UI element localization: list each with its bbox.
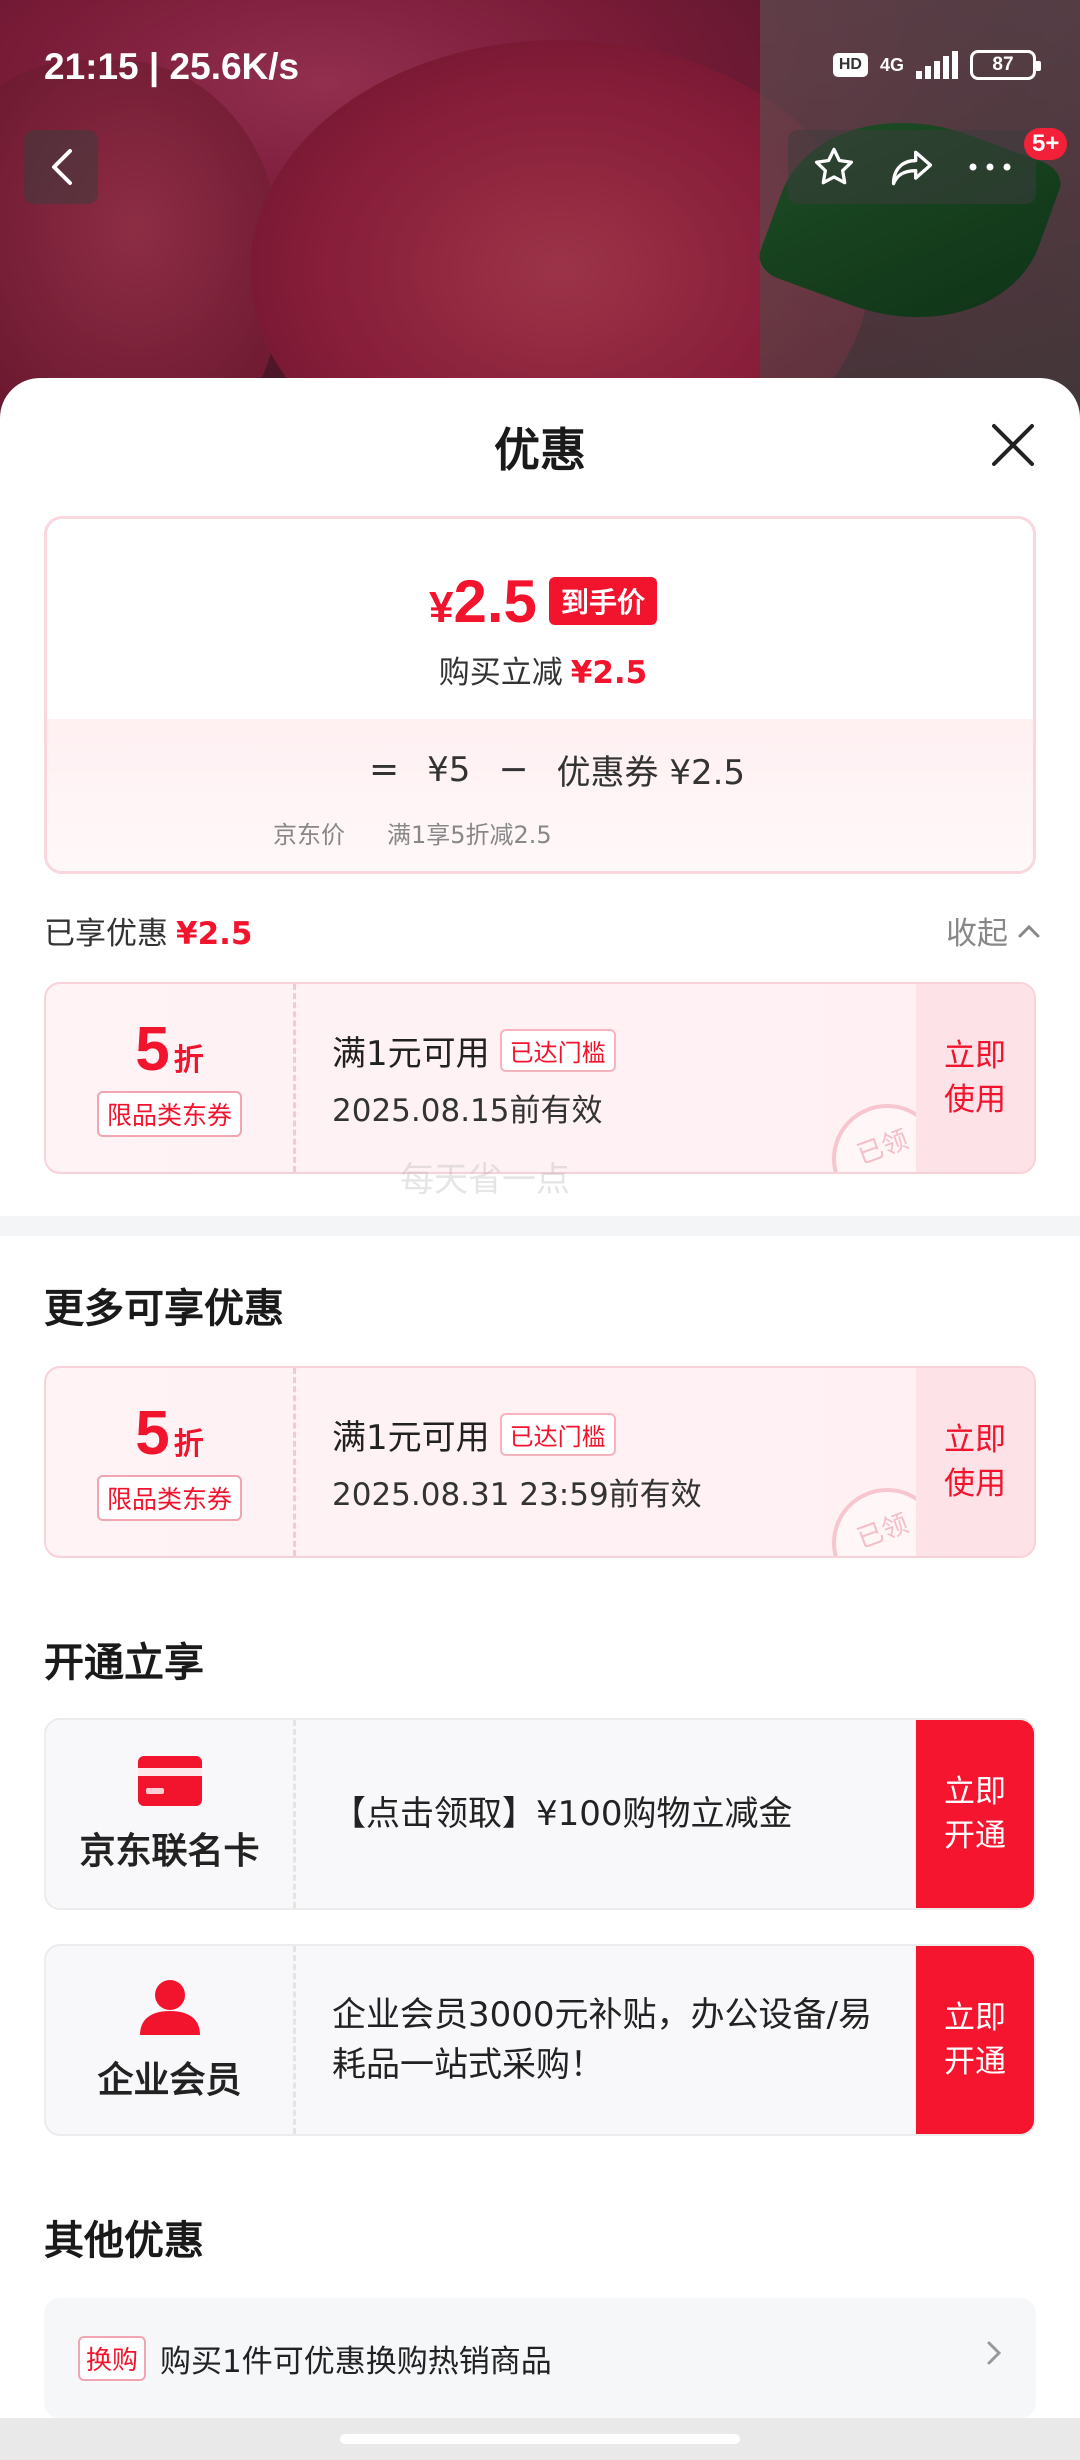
base-price-caption: 京东价 bbox=[273, 821, 345, 849]
share-icon[interactable] bbox=[888, 144, 936, 190]
chevron-left-icon bbox=[52, 149, 72, 185]
close-icon[interactable] bbox=[988, 420, 1038, 470]
section-divider bbox=[0, 1216, 1080, 1236]
trade-in-text: 购买1件可优惠换购热销商品 bbox=[160, 2343, 552, 2380]
coupon-kind: 限品类东券 bbox=[96, 1091, 242, 1137]
collapse-button[interactable]: 收起 bbox=[946, 908, 1040, 953]
use-now-button[interactable]: 立即使用 bbox=[916, 1368, 1034, 1556]
membership-description: 【点击领取】¥100购物立减金 bbox=[332, 1794, 793, 1834]
network-type: 4G bbox=[879, 55, 904, 75]
top-actions bbox=[788, 130, 1036, 204]
status-bar: 21:15 | 25.6K/s HD 4G 87 bbox=[0, 0, 1080, 130]
coupon-discount: 5折 bbox=[135, 1399, 204, 1468]
credit-card-icon bbox=[137, 1756, 202, 1806]
trade-in-tag: 换购 bbox=[78, 2335, 147, 2381]
signal-icon bbox=[916, 51, 958, 79]
coupon-deduction: 优惠券 ¥2.5 bbox=[556, 753, 746, 793]
open-now-button[interactable]: 立即开通 bbox=[916, 1946, 1034, 2134]
section-title-other: 其他优惠 bbox=[44, 2218, 204, 2264]
user-icon bbox=[139, 1980, 200, 2035]
trade-in-offer-row[interactable]: 换购 购买1件可优惠换购热销商品 bbox=[44, 2298, 1036, 2418]
discount-sheet: 优惠 ¥2.5 到手价 购买立减 ¥2.5 = ¥5 − 优惠券 ¥2.5 京东价… bbox=[0, 378, 1080, 2418]
battery-level: 87 bbox=[992, 54, 1014, 75]
membership-name: 京东联名卡 bbox=[79, 1831, 260, 1872]
open-now-button[interactable]: 立即开通 bbox=[916, 1720, 1034, 1908]
coupon-discount: 5折 bbox=[135, 1015, 204, 1084]
final-price: ¥2.5 bbox=[429, 568, 537, 635]
enjoyed-discount: 已享优惠 ¥2.5 bbox=[44, 916, 253, 952]
coupon-validity: 2025.08.15前有效 bbox=[332, 1093, 603, 1129]
reduce-line: 购买立减 ¥2.5 bbox=[438, 655, 648, 691]
membership-description: 企业会员3000元补贴，办公设备/易耗品一站式采购！ bbox=[332, 1995, 872, 2085]
battery-icon: 87 bbox=[970, 50, 1041, 80]
section-title-more: 更多可享优惠 bbox=[44, 1286, 284, 1332]
membership-card-enterprise[interactable]: 企业会员 企业会员3000元补贴，办公设备/易耗品一站式采购！ 立即开通 bbox=[44, 1944, 1036, 2136]
chevron-up-icon bbox=[1018, 924, 1040, 937]
watermark: 每天省一点 bbox=[400, 1160, 570, 1200]
coupon-condition: 满1元可用 bbox=[332, 1418, 490, 1458]
coupon-condition: 满1元可用 bbox=[332, 1034, 490, 1074]
hd-icon: HD bbox=[832, 53, 868, 77]
base-price: ¥5 bbox=[427, 749, 471, 790]
coupon-kind: 限品类东券 bbox=[96, 1475, 242, 1521]
price-formula: = ¥5 − 优惠券 ¥2.5 京东价 满1享5折减2.5 bbox=[47, 719, 1033, 871]
minus-sign: − bbox=[498, 749, 529, 790]
status-time: 21:15 | 25.6K/s bbox=[44, 46, 300, 87]
notification-badge: 5+ bbox=[1024, 128, 1068, 160]
final-price-tag: 到手价 bbox=[548, 577, 657, 625]
threshold-badge: 已达门槛 bbox=[499, 1413, 616, 1456]
sheet-title: 优惠 bbox=[494, 423, 586, 477]
coupon-caption: 满1享5折减2.5 bbox=[387, 821, 552, 849]
price-summary-card: ¥2.5 到手价 购买立减 ¥2.5 = ¥5 − 优惠券 ¥2.5 京东价 满1… bbox=[44, 516, 1036, 874]
membership-name: 企业会员 bbox=[97, 2060, 242, 2101]
equals-sign: = bbox=[368, 749, 400, 790]
more-icon[interactable] bbox=[967, 161, 1013, 173]
section-title-open: 开通立享 bbox=[44, 1640, 204, 1686]
coupon-card[interactable]: 5折 限品类东券 满1元可用 已达门槛 2025.08.31 23:59前有效 已… bbox=[44, 1366, 1036, 1558]
threshold-badge: 已达门槛 bbox=[499, 1029, 616, 1072]
home-indicator[interactable] bbox=[340, 2434, 740, 2444]
use-now-button[interactable]: 立即使用 bbox=[916, 984, 1034, 1172]
chevron-right-icon bbox=[987, 2341, 1002, 2365]
coupon-validity: 2025.08.31 23:59前有效 bbox=[332, 1477, 702, 1513]
back-button[interactable] bbox=[24, 130, 98, 204]
membership-card-cobrand[interactable]: 京东联名卡 【点击领取】¥100购物立减金 立即开通 bbox=[44, 1718, 1036, 1910]
coupon-card[interactable]: 5折 限品类东券 满1元可用 已达门槛 2025.08.15前有效 已领 立即使用 bbox=[44, 982, 1036, 1174]
star-icon[interactable] bbox=[811, 144, 857, 190]
